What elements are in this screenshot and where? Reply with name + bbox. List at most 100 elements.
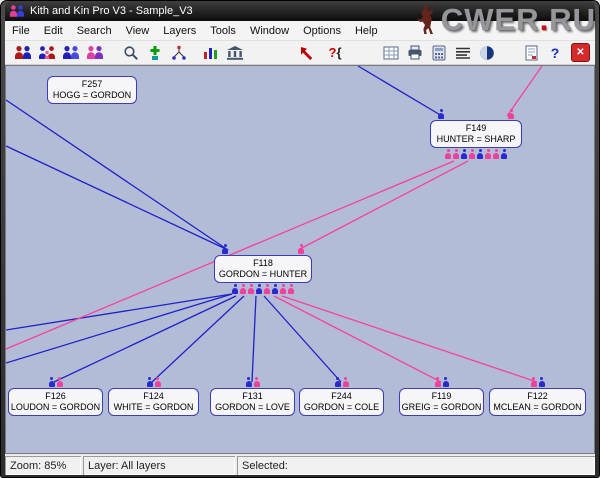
children-icons-f149 [430,149,522,159]
persons-button[interactable] [61,43,81,63]
family-names: LOUDON = GORDON [9,402,102,413]
print-button[interactable] [405,43,425,63]
menu-bar: File Edit Search View Layers Tools Windo… [5,21,595,41]
family-box-f131[interactable]: F131 GORDON = LOVE [210,388,295,416]
family-names: HOGG = GORDON [48,90,136,101]
green-plus-icon [147,45,163,61]
family-id: F122 [490,391,585,402]
help-button[interactable]: ? [545,43,565,63]
person-icon[interactable] [272,284,278,294]
person-icon[interactable] [445,149,451,159]
pointer-button[interactable] [297,43,317,63]
menu-layers[interactable]: Layers [156,23,203,39]
spouse-icons-f149 [430,109,522,119]
spouse-icons-f244 [299,377,384,387]
families-button[interactable] [13,43,33,63]
menu-help[interactable]: Help [348,23,385,39]
descendant-chart-button[interactable] [169,43,189,63]
menu-tools[interactable]: Tools [203,23,243,39]
family-id: F119 [400,391,483,402]
add-family-button[interactable] [37,43,57,63]
text-report-button[interactable] [453,43,473,63]
bar-chart-icon [203,45,219,60]
person-icon[interactable] [155,377,161,387]
person-icon[interactable] [298,244,304,254]
person-icon[interactable] [147,377,153,387]
family-box-f118[interactable]: F118 GORDON = HUNTER [214,255,312,283]
person-icon[interactable] [280,284,286,294]
document-icon [525,45,538,61]
app-icon [9,4,25,18]
web-button[interactable] [477,43,497,63]
person-icon[interactable] [254,377,260,387]
family-id: F244 [300,391,383,402]
person-icon[interactable] [246,377,252,387]
family-names: HUNTER = SHARP [431,134,521,145]
person-icon[interactable] [438,109,444,119]
globe-icon [479,45,495,61]
person-icon[interactable] [435,377,441,387]
person-icon[interactable] [493,149,499,159]
person-icon[interactable] [501,149,507,159]
question-icon: ? [328,45,336,60]
title-bar[interactable]: Kith and Kin Pro V3 - Sample_V3 [5,1,595,21]
family-names: GREIG = GORDON [400,402,483,413]
report-button[interactable] [521,43,541,63]
person-icon[interactable] [232,284,238,294]
calculator-button[interactable] [429,43,449,63]
grid-icon [383,46,399,60]
status-bar: Zoom: 85% Layer: All layers Selected: [5,454,595,475]
person-icon[interactable] [461,149,467,159]
chart-canvas[interactable]: F257 HOGG = GORDON F149 HUNTER = SHARP F… [5,65,595,454]
menu-options[interactable]: Options [296,23,348,39]
person-icon[interactable] [469,149,475,159]
menu-window[interactable]: Window [243,23,296,39]
person-icon[interactable] [57,377,63,387]
close-button[interactable]: ✕ [571,43,590,62]
family-box-f149[interactable]: F149 HUNTER = SHARP [430,120,522,148]
menu-file[interactable]: File [5,23,37,39]
menu-search[interactable]: Search [70,23,119,39]
sources-button[interactable] [225,43,245,63]
statistics-button[interactable] [201,43,221,63]
brace-icon: { [336,45,341,60]
person-icon[interactable] [485,149,491,159]
person-icon[interactable] [453,149,459,159]
person-icon[interactable] [222,244,228,254]
family-box-f126[interactable]: F126 LOUDON = GORDON [8,388,103,416]
text-lines-icon [455,47,471,59]
family-box-f244[interactable]: F244 GORDON = COLE [299,388,384,416]
family-box-f119[interactable]: F119 GREIG = GORDON [399,388,484,416]
family-id: F124 [109,391,198,402]
branch-chart-icon [171,45,187,61]
person-icon[interactable] [539,377,545,387]
person-icon[interactable] [256,284,262,294]
family-box-f257[interactable]: F257 HOGG = GORDON [47,76,137,104]
person-icon[interactable] [477,149,483,159]
person-icon[interactable] [443,377,449,387]
zoom-button[interactable] [121,43,141,63]
table-button[interactable] [381,43,401,63]
app-window: Kith and Kin Pro V3 - Sample_V3 File Edi… [0,0,600,478]
tree-view-button[interactable] [85,43,105,63]
person-icon[interactable] [343,377,349,387]
person-icon[interactable] [288,284,294,294]
family-box-f122[interactable]: F122 MCLEAN = GORDON [489,388,586,416]
person-icon[interactable] [49,377,55,387]
family-box-f124[interactable]: F124 WHITE = GORDON [108,388,199,416]
menu-view[interactable]: View [119,23,157,39]
person-icon[interactable] [240,284,246,294]
add-tree-button[interactable] [145,43,165,63]
status-selected: Selected: [237,456,595,475]
context-help-button[interactable]: ?{ [325,43,345,63]
family-group-icon [38,45,56,60]
person-icon[interactable] [248,284,254,294]
person-icon[interactable] [531,377,537,387]
person-icon[interactable] [508,109,514,119]
person-icon[interactable] [264,284,270,294]
menu-edit[interactable]: Edit [37,23,70,39]
spouse-icons-f126 [8,377,103,387]
toolbar: ?{ [5,41,595,65]
red-arrow-icon [299,45,315,61]
person-icon[interactable] [335,377,341,387]
